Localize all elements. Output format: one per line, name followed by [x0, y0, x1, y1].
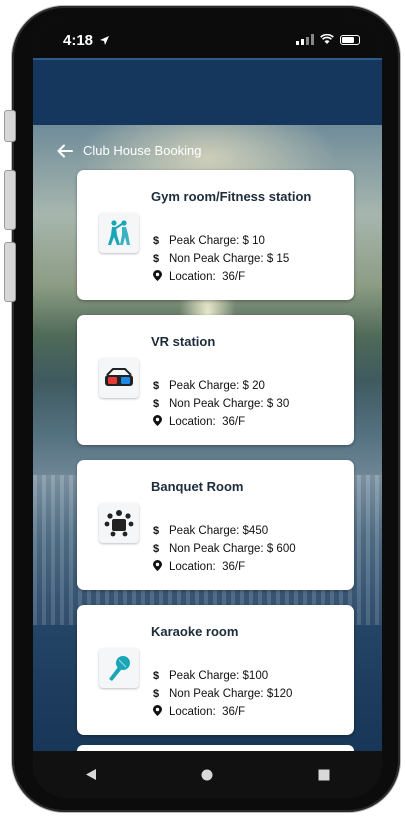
location-value: 36/F — [222, 271, 246, 283]
facility-card-vr[interactable]: VR station $ Peak Charge: $ 20 $ Non Peak … — [77, 315, 354, 445]
facility-card-banquet[interactable]: Banquet Room $ Peak Charge: $450 $ Non Pea… — [77, 460, 354, 590]
dollar-icon: $ — [153, 670, 160, 682]
microphone-icon — [99, 648, 139, 688]
peak-charge: $450 — [242, 525, 269, 537]
page-title: Club House Booking — [83, 143, 202, 158]
location-arrow-icon — [100, 36, 109, 45]
dollar-icon: $ — [153, 398, 160, 410]
android-nav-bar — [33, 751, 382, 798]
facility-name: VR station — [151, 334, 216, 349]
location-value: 36/F — [222, 416, 246, 428]
location-pin-icon — [153, 705, 169, 719]
non-peak-charge: $ 30 — [266, 398, 290, 410]
non-peak-charge: $ 15 — [266, 253, 290, 265]
location-value: 36/F — [222, 706, 246, 718]
location-pin-icon — [153, 415, 169, 429]
dollar-icon: $ — [153, 525, 160, 537]
dollar-icon: $ — [153, 688, 160, 700]
vr-headset-icon — [99, 358, 139, 398]
dollar-icon: $ — [153, 543, 160, 555]
location-pin-icon — [153, 560, 169, 574]
volume-down-button — [4, 242, 16, 302]
dollar-icon: $ — [153, 235, 160, 247]
non-peak-charge: $120 — [266, 688, 293, 700]
cellular-signal-icon — [296, 34, 314, 45]
peak-charge: $100 — [242, 670, 269, 682]
phone-screen: 4:18 Club House Booking Gym room/Fitness… — [33, 18, 382, 798]
nav-back-icon[interactable] — [71, 768, 111, 781]
dollar-icon: $ — [153, 253, 160, 265]
nav-home-icon[interactable] — [187, 769, 227, 781]
facility-name: Karaoke room — [151, 624, 239, 639]
battery-icon — [340, 34, 360, 45]
volume-up-button — [4, 170, 16, 230]
peak-charge: $ 20 — [242, 380, 265, 392]
facility-name: Banquet Room — [151, 479, 244, 494]
fitness-icon — [99, 213, 139, 253]
dollar-icon: $ — [153, 380, 160, 392]
location-value: 36/F — [222, 561, 246, 573]
nav-recents-icon[interactable] — [304, 769, 344, 781]
peak-charge: $ 10 — [242, 235, 265, 247]
status-bar: 4:18 — [33, 18, 382, 58]
banquet-icon — [99, 503, 139, 543]
facility-card-karaoke[interactable]: Karaoke room $ Peak Charge: $100 $ Non Pea… — [77, 605, 354, 735]
page-header: Club House Booking — [57, 143, 202, 158]
location-pin-icon — [153, 270, 169, 284]
back-arrow-icon[interactable] — [57, 144, 73, 158]
facility-name: Gym room/Fitness station — [151, 189, 312, 204]
status-time: 4:18 — [63, 32, 94, 49]
mute-switch — [4, 110, 16, 142]
wifi-icon — [320, 34, 334, 44]
non-peak-charge: $ 600 — [266, 543, 296, 555]
app-header-bar — [33, 58, 382, 127]
facility-card-gym[interactable]: Gym room/Fitness station $ Peak Charge: $… — [77, 170, 354, 300]
